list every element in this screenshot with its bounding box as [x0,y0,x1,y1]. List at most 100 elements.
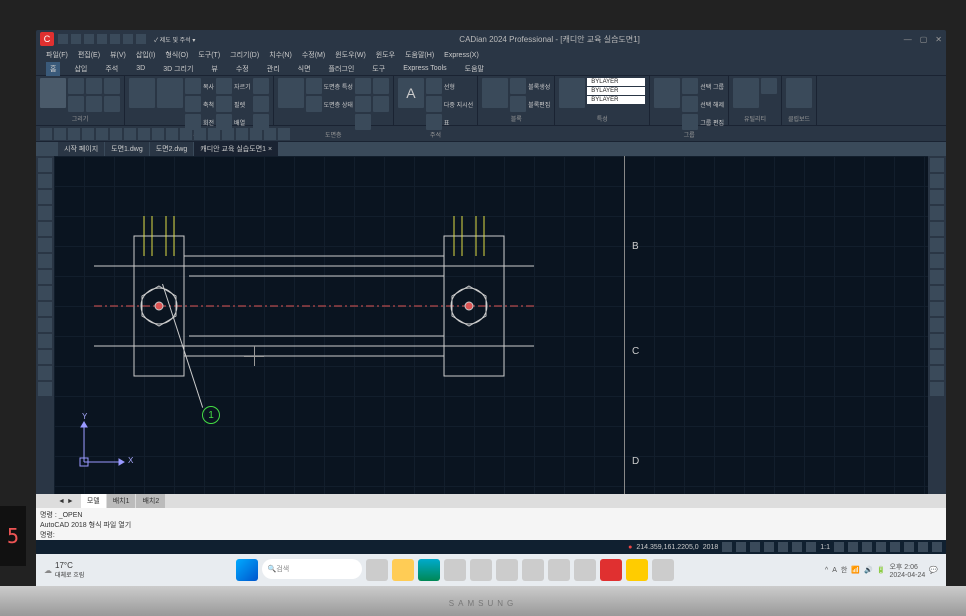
spline-button[interactable] [104,78,120,94]
menu-file[interactable]: 파일(F) [46,50,68,60]
tab-tools[interactable]: 도구 [368,62,389,76]
tray-ime[interactable]: 한 [841,565,847,575]
group-edit-button[interactable] [682,114,698,130]
side-tool-icon[interactable] [930,222,944,236]
poly3d-button[interactable] [157,78,183,108]
status-icon[interactable] [862,542,872,552]
side-tool-icon[interactable] [930,318,944,332]
otrack-toggle-icon[interactable] [792,542,802,552]
tb-icon[interactable] [166,128,178,140]
side-tool-icon[interactable] [930,366,944,380]
side-tool-icon[interactable] [38,302,52,316]
layout-tab-model[interactable]: 모델 [81,494,106,508]
block-edit-button[interactable] [510,96,526,112]
taskbar-search[interactable]: 🔍 검색 [262,559,362,579]
side-tool-icon[interactable] [930,238,944,252]
side-tool-icon[interactable] [38,254,52,268]
side-tool-icon[interactable] [930,334,944,348]
ellipse-button[interactable] [104,96,120,112]
command-prompt[interactable]: 명령: [40,530,942,540]
line-button[interactable] [40,78,66,108]
menu-insert[interactable]: 삽입(I) [136,50,156,60]
tray-chevron-icon[interactable]: ^ [825,567,828,574]
chrome-icon[interactable] [444,559,466,581]
tb-icon[interactable] [124,128,136,140]
side-tool-icon[interactable] [930,206,944,220]
tray-battery-icon[interactable]: 🔋 [877,566,886,574]
start-button[interactable] [236,559,258,581]
status-icon[interactable] [932,542,942,552]
tb-icon[interactable] [278,128,290,140]
osnap-toggle-icon[interactable] [778,542,788,552]
layer-freeze-button[interactable] [355,78,371,94]
task-view-icon[interactable] [366,559,388,581]
tb-icon[interactable] [110,128,122,140]
drawing-canvas[interactable]: B C D 1 Y X [54,156,928,494]
tb-icon[interactable] [194,128,206,140]
extend-button[interactable] [216,96,232,112]
qat-plot-icon[interactable] [136,34,146,44]
minimize-icon[interactable]: — [904,35,912,44]
explorer-icon[interactable] [392,559,414,581]
app-icon[interactable] [548,559,570,581]
menu-view[interactable]: 뷰(V) [110,50,126,60]
tb-icon[interactable] [138,128,150,140]
move-button[interactable] [129,78,155,108]
color-bylayer-dropdown[interactable]: BYLAYER [587,78,645,86]
tb-icon[interactable] [54,128,66,140]
snap-toggle-icon[interactable] [722,542,732,552]
trim-button[interactable] [216,78,232,94]
qat-undo-icon[interactable] [97,34,107,44]
group-select-button[interactable] [682,78,698,94]
doc-tab-start[interactable]: 시작 페이지 [58,142,104,156]
side-tool-icon[interactable] [38,286,52,300]
maximize-icon[interactable]: ▢ [920,35,928,44]
lineweight-bylayer-dropdown[interactable]: BYLAYER [587,96,645,104]
tab-manage[interactable]: 관리 [263,62,284,76]
side-tool-icon[interactable] [930,382,944,396]
status-icon[interactable] [904,542,914,552]
mirror-button[interactable] [253,78,269,94]
lwt-toggle-icon[interactable] [806,542,816,552]
doc-tab-1[interactable]: 도면1.dwg [105,142,149,156]
tab-3ddraw[interactable]: 3D 그리기 [159,62,197,76]
side-tool-icon[interactable] [38,158,52,172]
qat-save-icon[interactable] [84,34,94,44]
status-icon[interactable] [890,542,900,552]
tb-icon[interactable] [250,128,262,140]
status-icon[interactable] [918,542,928,552]
menu-draw[interactable]: 그리기(D) [230,50,259,60]
side-tool-icon[interactable] [930,190,944,204]
tab-plugin[interactable]: 플러그인 [325,62,359,76]
layer-prop-button[interactable] [278,78,304,108]
tab-insert[interactable]: 삽입 [70,62,91,76]
tab-3d[interactable]: 3D [132,63,149,74]
layer-state-button[interactable] [306,78,322,94]
match-prop-button[interactable] [559,78,585,108]
taskbar-weather[interactable]: ☁ 17°C대체로 흐림 [44,561,84,579]
tray-lang[interactable]: A [832,567,837,574]
tab-help[interactable]: 도움말 [461,62,488,76]
side-tool-icon[interactable] [38,318,52,332]
dim-linear-button[interactable] [426,78,442,94]
tb-icon[interactable] [222,128,234,140]
array-button[interactable] [253,96,269,112]
tb-icon[interactable] [236,128,248,140]
scale-ratio[interactable]: 1:1 [820,544,830,551]
rect-button[interactable] [86,96,102,112]
tb-icon[interactable] [152,128,164,140]
tb-icon[interactable] [180,128,192,140]
status-icon[interactable] [876,542,886,552]
side-tool-icon[interactable] [930,158,944,172]
side-tool-icon[interactable] [38,350,52,364]
tb-icon[interactable] [40,128,52,140]
tray-notification-icon[interactable]: 💬 [929,566,938,574]
side-tool-icon[interactable] [930,286,944,300]
command-window[interactable]: 명령 : _OPEN AutoCAD 2018 형식 파일 열기 명령: [36,508,946,540]
side-tool-icon[interactable] [38,190,52,204]
layer-iso-button[interactable] [306,96,322,112]
app-icon[interactable] [496,559,518,581]
doc-tab-2[interactable]: 도면2.dwg [150,142,194,156]
cadian-app-icon[interactable] [600,559,622,581]
qat-new-icon[interactable] [58,34,68,44]
